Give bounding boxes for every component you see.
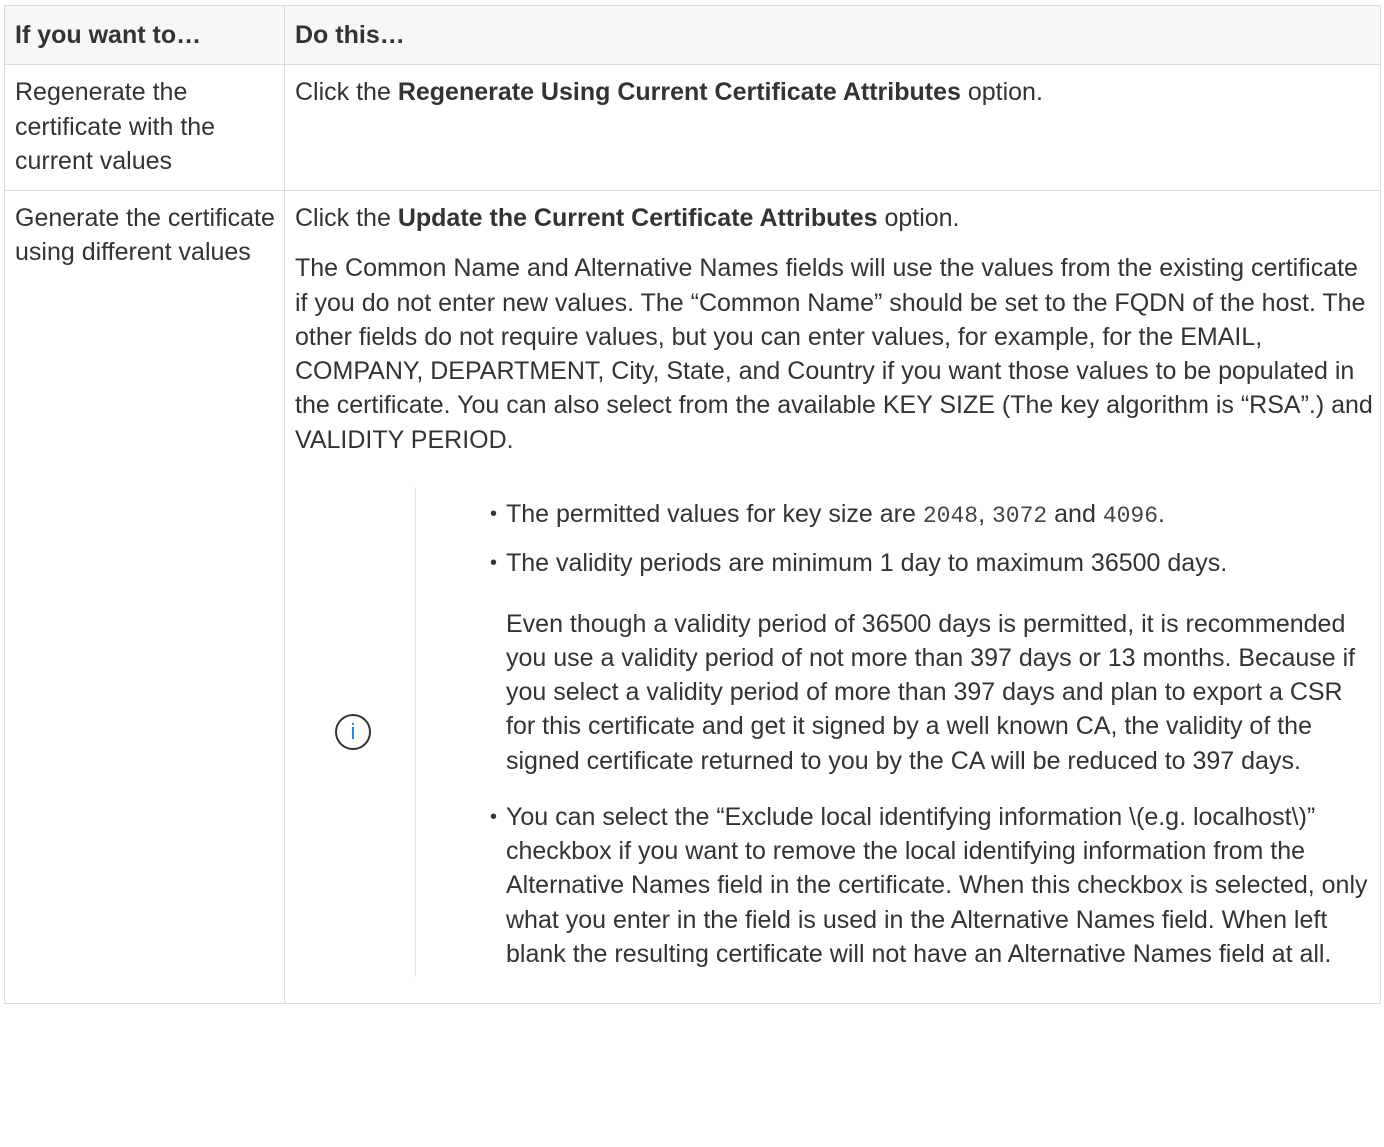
- exclude-local-info-note: You can select the “Exclude local identi…: [506, 802, 1368, 968]
- action-text: Click the Regenerate Using Current Certi…: [295, 75, 1374, 109]
- list-item: The validity periods are minimum 1 day t…: [490, 546, 1374, 778]
- action-text: Click the Update the Current Certificate…: [295, 201, 1374, 235]
- key-size-text: The permitted values for key size are: [506, 499, 923, 528]
- note-body: The permitted values for key size are 20…: [416, 487, 1374, 977]
- separator: and: [1047, 499, 1103, 528]
- separator: ,: [978, 499, 992, 528]
- options-table: If you want to… Do this… Regenerate the …: [4, 4, 1381, 1004]
- fields-description: The Common Name and Alternative Names fi…: [295, 254, 1373, 454]
- validity-range-note: The validity periods are minimum 1 day t…: [506, 549, 1228, 578]
- regenerate-option-name: Regenerate Using Current Certificate Att…: [397, 78, 961, 107]
- row-goal-cell: Generate the certificate using different…: [4, 190, 285, 1004]
- note-icon-column: i: [295, 486, 416, 977]
- validity-recommendation: Even though a validity period of 36500 d…: [506, 609, 1356, 775]
- list-item: The permitted values for key size are 20…: [490, 497, 1374, 533]
- update-option-name: Update the Current Certificate Attribute…: [397, 204, 878, 232]
- list-item: You can select the “Exclude local identi…: [490, 800, 1374, 971]
- table-row: Regenerate the certificate with the curr…: [4, 64, 1381, 191]
- table-header-row: If you want to… Do this…: [4, 4, 1381, 66]
- period: .: [1158, 499, 1165, 528]
- note-list: The permitted values for key size are 20…: [490, 497, 1374, 971]
- action-prefix: Click the: [295, 204, 398, 232]
- key-size-4096: 4096: [1102, 502, 1159, 529]
- action-suffix: option.: [877, 204, 960, 232]
- row-goal-cell: Regenerate the certificate with the curr…: [4, 64, 285, 191]
- action-prefix: Click the: [295, 78, 398, 107]
- row-action-cell: Click the Regenerate Using Current Certi…: [284, 64, 1381, 191]
- info-note: i The permitted values for key size are …: [295, 486, 1374, 977]
- key-size-2048: 2048: [922, 502, 979, 529]
- header-if-you-want-to: If you want to…: [4, 4, 285, 66]
- row-action-cell: Click the Update the Current Certificate…: [284, 190, 1381, 1004]
- table-row: Generate the certificate using different…: [4, 190, 1381, 1004]
- header-do-this: Do this…: [284, 4, 1381, 66]
- action-suffix: option.: [960, 78, 1043, 107]
- key-size-3072: 3072: [991, 502, 1048, 529]
- goal-text: Generate the certificate using different…: [15, 204, 275, 267]
- key-size-note: The permitted values for key size are 20…: [506, 497, 1374, 533]
- goal-text: Regenerate the certificate with the curr…: [15, 78, 216, 175]
- info-icon: i: [335, 713, 371, 750]
